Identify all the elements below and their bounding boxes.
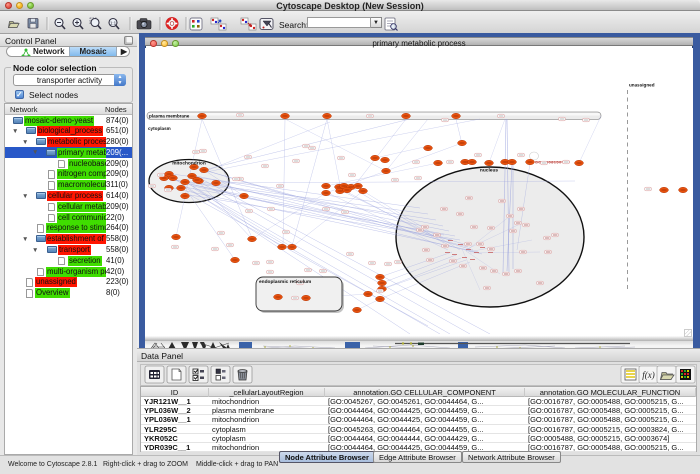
svg-text:1:1: 1:1 bbox=[110, 20, 117, 25]
svg-text:cytoplasm: cytoplasm bbox=[148, 126, 171, 131]
svg-text:unassigned: unassigned bbox=[629, 83, 655, 88]
svg-text:nucleus: nucleus bbox=[480, 168, 498, 174]
svg-text:f(x): f(x) bbox=[642, 370, 655, 380]
svg-text:mitochondrion: mitochondrion bbox=[172, 161, 206, 167]
svg-text:plasma membrane: plasma membrane bbox=[149, 114, 190, 119]
svg-text:endoplasmic reticulum: endoplasmic reticulum bbox=[259, 279, 311, 285]
